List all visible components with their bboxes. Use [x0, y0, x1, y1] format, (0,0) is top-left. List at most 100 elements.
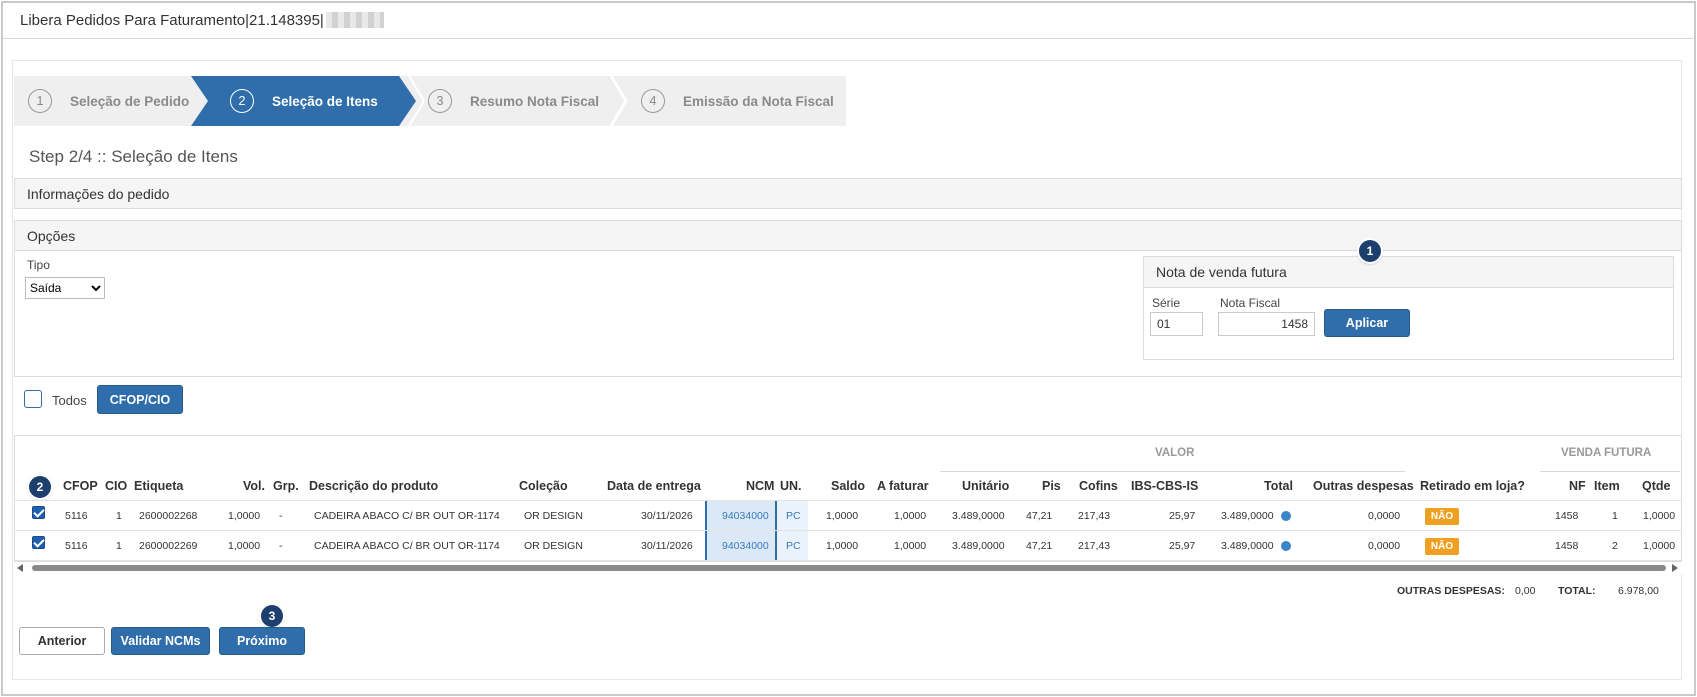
serie-label: Série — [1152, 296, 1181, 310]
row-divider — [14, 500, 1682, 501]
cell-grp: - — [279, 510, 283, 522]
col-header-saldo: Saldo — [831, 479, 866, 493]
cell-item: 1 — [1612, 510, 1618, 522]
step-number: 4 — [641, 89, 665, 113]
cell-data-entrega: 30/11/2026 — [641, 510, 693, 522]
anterior-button[interactable]: Anterior — [19, 627, 105, 655]
step-label: Seleção de Itens — [272, 93, 378, 109]
todos-checkbox[interactable] — [24, 390, 42, 408]
nota-venda-futura-title: Nota de venda futura — [1144, 257, 1673, 288]
step-number: 2 — [230, 89, 254, 113]
col-header-grp: Grp. — [273, 479, 299, 493]
wizard-step-2[interactable]: 2 Seleção de Itens — [230, 76, 378, 126]
aplicar-button[interactable]: Aplicar — [1324, 309, 1410, 337]
cell-outras-despesas: 0,0000 — [1368, 540, 1401, 552]
wizard-step-1[interactable]: 1 Seleção de Pedido — [28, 76, 189, 126]
cell-qtde: 1,0000 — [1643, 510, 1676, 522]
col-header-a-faturar: A faturar — [877, 479, 929, 493]
nota-fiscal-label: Nota Fiscal — [1220, 296, 1281, 310]
cell-ncm[interactable]: 94034000 — [722, 510, 769, 522]
cell-unitario: 3.489,0000 — [952, 540, 1005, 552]
validar-ncms-button[interactable]: Validar NCMs — [111, 627, 210, 655]
step-label: Emissão da Nota Fiscal — [683, 93, 834, 109]
cell-cfop: 5116 — [65, 540, 88, 552]
callout-badge-2: 2 — [29, 476, 51, 498]
cell-vol: 1,0000 — [228, 540, 261, 552]
cell-colecao: OR DESIGN — [524, 540, 583, 552]
col-header-colecao: Coleção — [519, 479, 568, 493]
cell-ncm[interactable]: 94034000 — [722, 540, 769, 552]
cell-item: 2 — [1612, 540, 1618, 552]
group-divider — [1540, 471, 1680, 472]
cell-etiqueta: 2600002268 — [139, 510, 198, 522]
tipo-label: Tipo — [27, 258, 50, 272]
col-header-un: UN. — [780, 479, 802, 493]
cell-vol: 1,0000 — [228, 510, 261, 522]
col-header-ibs-cbs-is: IBS-CBS-IS — [1131, 479, 1199, 493]
row-checkbox[interactable] — [32, 506, 45, 519]
info-dot-icon[interactable] — [1281, 541, 1291, 551]
col-header-etiqueta: Etiqueta — [134, 479, 184, 493]
cell-un: PC — [786, 510, 801, 522]
wizard-step-3[interactable]: 3 Resumo Nota Fiscal — [428, 76, 599, 126]
chevron-right-icon — [609, 76, 628, 126]
tipo-select[interactable]: Saída — [25, 277, 105, 299]
cell-ibs-cbs-is: 25,97 — [1169, 540, 1196, 552]
col-header-total: Total — [1264, 479, 1293, 493]
proximo-button[interactable]: Próximo — [219, 627, 305, 655]
section-options-header: Opções — [14, 220, 1682, 251]
cell-a-faturar: 1,0000 — [894, 540, 927, 552]
col-header-nf: NF — [1569, 479, 1586, 493]
step-label: Seleção de Pedido — [70, 93, 190, 109]
horizontal-scrollbar[interactable] — [14, 562, 1682, 574]
outras-despesas-label: OUTRAS DESPESAS: — [1397, 585, 1505, 597]
wizard-step-4[interactable]: 4 Emissão da Nota Fiscal — [641, 76, 834, 126]
section-info-header[interactable]: Informações do pedido — [14, 178, 1682, 209]
retirado-loja-badge[interactable]: NÃO — [1425, 538, 1459, 555]
scrollbar-thumb[interactable] — [32, 565, 1666, 571]
col-header-pis: Pis — [1042, 479, 1061, 493]
cell-saldo: 1,0000 — [826, 540, 859, 552]
group-header-valor: VALOR — [1155, 447, 1195, 459]
cell-pis: 47,21 — [1026, 510, 1053, 522]
cell-total: 3.489,0000 — [1221, 540, 1274, 552]
cell-cio: 1 — [116, 510, 122, 522]
row-checkbox[interactable] — [32, 536, 45, 549]
col-header-descricao: Descrição do produto — [309, 479, 439, 493]
info-dot-icon[interactable] — [1281, 511, 1291, 521]
page-title: Step 2/4 :: Seleção de Itens — [29, 147, 238, 166]
nota-fiscal-input[interactable]: 1458 — [1218, 312, 1315, 336]
cell-colecao: OR DESIGN — [524, 510, 583, 522]
cell-a-faturar: 1,0000 — [894, 510, 927, 522]
cell-pis: 47,21 — [1026, 540, 1053, 552]
todos-label: Todos — [52, 393, 87, 408]
cell-nf: 1458 — [1555, 540, 1579, 552]
col-header-cio: CIO — [105, 479, 128, 493]
cell-un: PC — [786, 540, 801, 552]
col-header-item: Item — [1594, 479, 1620, 493]
col-header-ncm: NCM — [746, 479, 775, 493]
step-number: 3 — [428, 89, 452, 113]
step-number: 1 — [28, 89, 52, 113]
cell-cofins: 217,43 — [1078, 510, 1111, 522]
window-title-text: Libera Pedidos Para Faturamento|21.14839… — [20, 12, 324, 29]
row-divider — [14, 560, 1682, 561]
scroll-right-icon[interactable] — [1672, 564, 1678, 572]
title-bar: Libera Pedidos Para Faturamento|21.14839… — [3, 3, 1694, 39]
col-header-data-entrega: Data de entrega — [607, 479, 701, 493]
cell-cio: 1 — [116, 540, 122, 552]
cell-cofins: 217,43 — [1078, 540, 1111, 552]
col-header-vol: Vol. — [243, 479, 265, 493]
cell-saldo: 1,0000 — [826, 510, 859, 522]
cell-nf: 1458 — [1555, 510, 1579, 522]
cfop-cio-button[interactable]: CFOP/CIO — [97, 385, 183, 414]
serie-input[interactable]: 01 — [1150, 312, 1203, 336]
cell-descricao: CADEIRA ABACO C/ BR OUT OR-1174 — [314, 540, 500, 552]
step-label: Resumo Nota Fiscal — [470, 93, 600, 109]
col-header-unitario: Unitário — [962, 479, 1010, 493]
scroll-left-icon[interactable] — [17, 564, 23, 572]
col-header-cfop: CFOP — [63, 479, 98, 493]
cell-qtde: 1,0000 — [1643, 540, 1676, 552]
retirado-loja-badge[interactable]: NÃO — [1425, 508, 1459, 525]
callout-badge-1: 1 — [1359, 240, 1381, 262]
